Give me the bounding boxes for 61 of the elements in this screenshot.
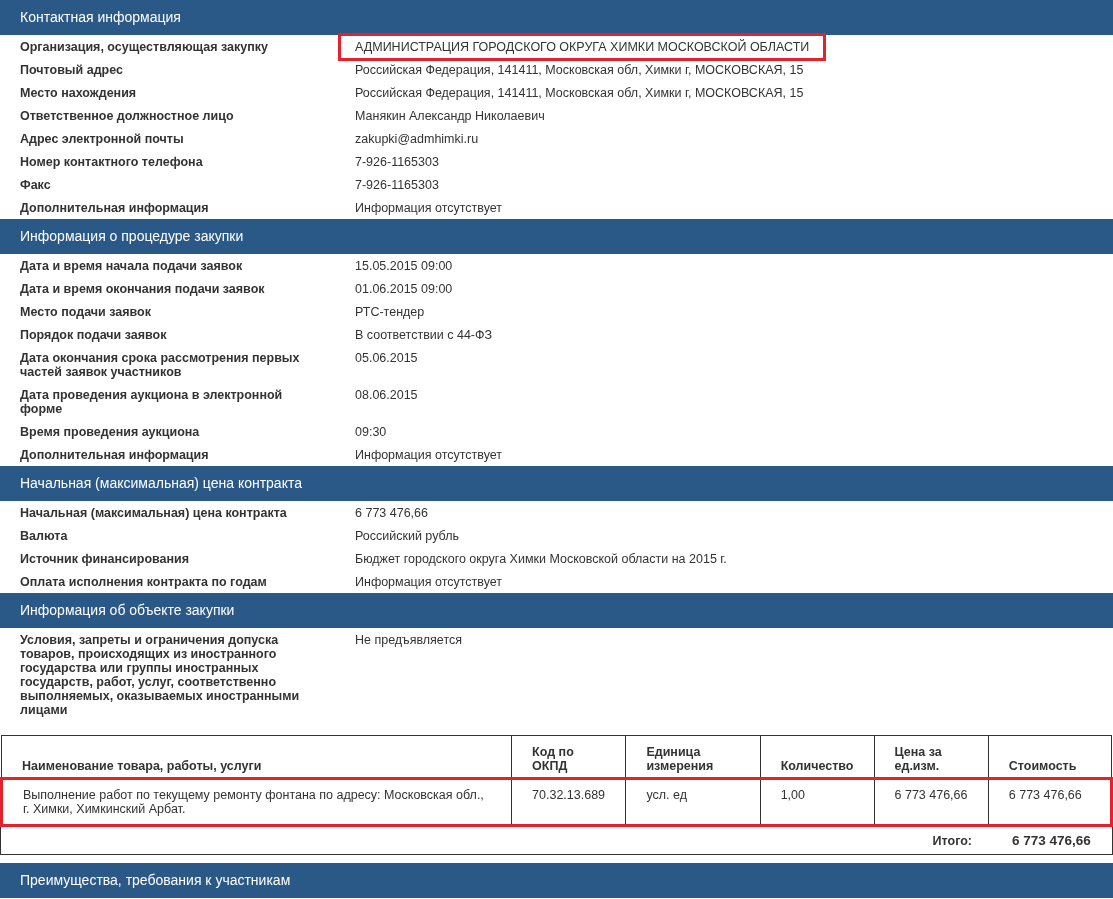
field-value: Информация отсутствует <box>354 200 504 217</box>
field-label: Условия, запреты и ограничения допуска товаров, происходящих из иностранного государства или группы иностранных государств, работ, услуг, соответственно выполняемых, оказываемых иностранными лицами <box>20 633 301 717</box>
field-value: Бюджет городского округа Химки Московской области на 2015 г. <box>354 551 728 568</box>
field-label: Оплата исполнения контракта по годам <box>20 575 268 589</box>
section-header: Информация о процедуре закупки <box>0 219 1113 254</box>
table-cell: 70.32.13.689 <box>511 778 626 826</box>
field-label: Почтовый адрес <box>20 63 124 77</box>
field-label: Место нахождения <box>20 86 138 100</box>
field-label: Дата и время окончания подачи заявок <box>20 282 266 296</box>
field-value: Российская Федерация, 141411, Московская обл, Химки г, МОСКОВСКАЯ, 15 <box>354 62 805 79</box>
field-value: 08.06.2015 <box>354 387 419 404</box>
field-label: Организация, осуществляющая закупку <box>20 40 269 54</box>
section-header: Начальная (максимальная) цена контракта <box>0 466 1113 501</box>
field-label: Факс <box>20 178 52 192</box>
column-header: Стоимость <box>988 735 1112 779</box>
section-header: Преимущества, требования к участникам <box>0 863 1113 898</box>
field-label: Валюта <box>20 529 69 543</box>
field-value: Информация отсутствует <box>354 447 504 464</box>
table-cell: 6 773 476,66 <box>874 778 989 826</box>
total-value: 6 773 476,66 <box>1012 833 1092 849</box>
table-cell: Выполнение работ по текущему ремонту фонтана по адресу: Московская обл., г. Химки, Химкинский Арбат. <box>1 778 512 826</box>
field-value: Не предъявляется <box>354 632 463 649</box>
field-value: В соответствии с 44-ФЗ <box>354 327 494 344</box>
field-label: Ответственное должностное лицо <box>20 109 235 123</box>
field-label: Дата окончания срока рассмотрения первых частей заявок участников <box>20 351 301 379</box>
field-value: Манякин Александр Николаевич <box>354 108 546 125</box>
field-value: 6 773 476,66 <box>354 505 429 522</box>
field-label: Порядок подачи заявок <box>20 328 168 342</box>
section-header: Информация об объекте закупки <box>0 593 1113 628</box>
column-header: Наименование товара, работы, услуги <box>1 735 512 779</box>
field-value: 09:30 <box>354 424 388 441</box>
field-value: АДМИНИСТРАЦИЯ ГОРОДСКОГО ОКРУГА ХИМКИ МОСКОВСКОЙ ОБЛАСТИ <box>338 33 827 61</box>
field-label: Дата и время начала подачи заявок <box>20 259 244 273</box>
field-value: 15.05.2015 09:00 <box>354 258 454 275</box>
field-label: Адрес электронной почты <box>20 132 185 146</box>
total-label: Итого: <box>932 833 972 849</box>
field-value: 01.06.2015 09:00 <box>354 281 454 298</box>
field-label: Дополнительная информация <box>20 448 210 462</box>
field-value: 7-926-1165303 <box>354 177 440 194</box>
field-label: Время проведения аукциона <box>20 425 201 439</box>
column-header: Код по ОКПД <box>511 735 626 779</box>
field-value: Российская Федерация, 141411, Московская обл, Химки г, МОСКОВСКАЯ, 15 <box>354 85 805 102</box>
column-header: Количество <box>760 735 874 779</box>
table-cell: усл. ед <box>625 778 761 826</box>
field-value: Информация отсутствует <box>354 574 504 591</box>
table-cell: 1,00 <box>760 778 874 826</box>
column-header: Единица измерения <box>625 735 761 779</box>
field-value: Российский рубль <box>354 528 460 545</box>
field-value: 7-926-1165303 <box>354 154 440 171</box>
field-value: РТС-тендер <box>354 304 426 321</box>
table-cell: 6 773 476,66 <box>988 778 1112 826</box>
field-label: Источник финансирования <box>20 552 191 566</box>
field-label: Дата проведения аукциона в электронной форме <box>20 388 284 416</box>
field-label: Начальная (максимальная) цена контракта <box>20 506 288 520</box>
field-label: Дополнительная информация <box>20 201 210 215</box>
field-value: zakupki@admhimki.ru <box>354 131 480 148</box>
field-value: 05.06.2015 <box>354 350 419 367</box>
field-label: Номер контактного телефона <box>20 155 204 169</box>
column-header: Цена за ед.изм. <box>874 735 989 779</box>
section-header: Контактная информация <box>0 0 1113 35</box>
field-label: Место подачи заявок <box>20 305 152 319</box>
